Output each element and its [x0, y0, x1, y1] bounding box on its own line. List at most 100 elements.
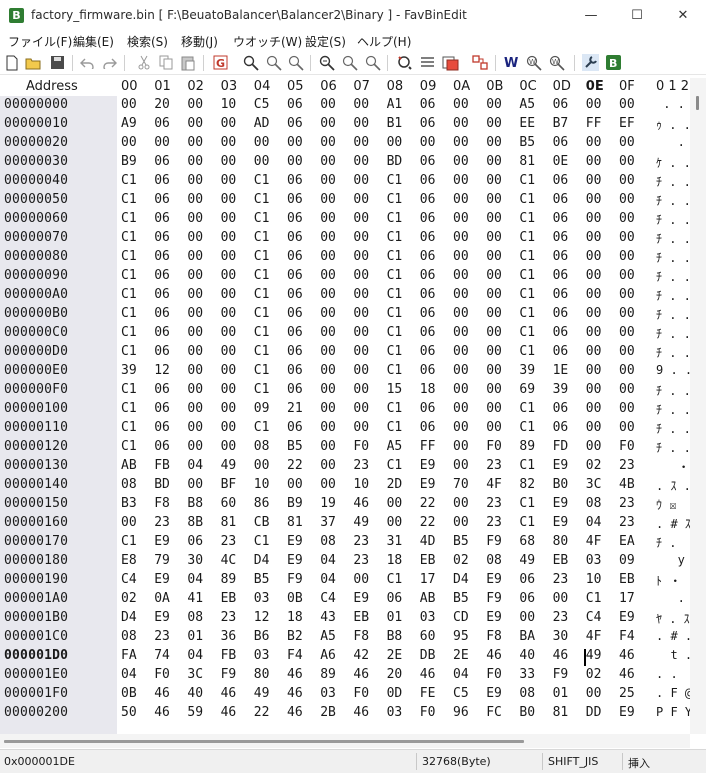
byte-cell[interactable]: C4 — [586, 610, 602, 625]
byte-cell[interactable]: 00 — [486, 97, 502, 112]
row-text[interactable]: t . — [656, 648, 690, 662]
byte-cell[interactable]: 00 — [187, 477, 203, 492]
byte-cell[interactable]: C1 — [519, 287, 535, 302]
byte-cell[interactable]: 3C — [586, 477, 602, 492]
byte-cell[interactable]: 06 — [553, 325, 569, 340]
byte-cell[interactable]: B7 — [553, 116, 569, 131]
byte-cell[interactable]: C1 — [387, 173, 403, 188]
byte-cell[interactable]: 00 — [519, 610, 535, 625]
byte-cell[interactable]: 2B — [320, 705, 336, 720]
redo-icon[interactable] — [101, 54, 118, 71]
row-text[interactable]: ﾁ . — [656, 534, 676, 551]
byte-cell[interactable]: 00 — [320, 97, 336, 112]
byte-cell[interactable]: 00 — [254, 458, 270, 473]
byte-cell[interactable]: E9 — [486, 610, 502, 625]
byte-cell[interactable]: 00 — [320, 154, 336, 169]
byte-cell[interactable]: C1 — [254, 249, 270, 264]
byte-cell[interactable]: C1 — [254, 306, 270, 321]
byte-cell[interactable]: 00 — [586, 173, 602, 188]
byte-cell[interactable]: C1 — [519, 420, 535, 435]
byte-cell[interactable]: 00 — [453, 382, 469, 397]
byte-cell[interactable]: 06 — [553, 287, 569, 302]
byte-cell[interactable]: BF — [221, 477, 237, 492]
byte-cell[interactable]: A1 — [387, 97, 403, 112]
byte-cell[interactable]: 06 — [420, 306, 436, 321]
byte-cell[interactable]: 00 — [121, 135, 137, 150]
byte-cell[interactable]: 46 — [154, 705, 170, 720]
byte-cell[interactable]: 40 — [519, 648, 535, 663]
byte-cell[interactable]: 00 — [353, 135, 369, 150]
byte-cell[interactable]: C1 — [387, 325, 403, 340]
byte-cell[interactable]: 06 — [187, 534, 203, 549]
byte-cell[interactable]: 06 — [553, 420, 569, 435]
byte-cell[interactable]: B6 — [254, 629, 270, 644]
byte-cell[interactable]: 00 — [353, 363, 369, 378]
byte-cell[interactable]: C1 — [519, 230, 535, 245]
byte-cell[interactable]: 06 — [553, 268, 569, 283]
byte-cell[interactable]: 00 — [353, 192, 369, 207]
byte-cell[interactable]: C1 — [254, 382, 270, 397]
byte-cell[interactable]: 0A — [154, 591, 170, 606]
byte-cell[interactable]: 06 — [154, 173, 170, 188]
byte-cell[interactable]: 00 — [486, 268, 502, 283]
byte-cell[interactable]: A9 — [121, 116, 137, 131]
watch-settings-icon[interactable]: W — [549, 54, 566, 71]
byte-cell[interactable]: 42 — [353, 648, 369, 663]
byte-cell[interactable]: 02 — [121, 591, 137, 606]
byte-cell[interactable]: 00 — [187, 344, 203, 359]
byte-cell[interactable]: 23 — [486, 515, 502, 530]
byte-cell[interactable]: 89 — [519, 439, 535, 454]
byte-cell[interactable]: E9 — [287, 534, 303, 549]
byte-cell[interactable]: 06 — [553, 97, 569, 112]
byte-cell[interactable]: 00 — [486, 363, 502, 378]
byte-cell[interactable]: 00 — [221, 325, 237, 340]
byte-cell[interactable]: 00 — [486, 154, 502, 169]
row-text[interactable]: ﾁ . . — [656, 306, 690, 323]
byte-cell[interactable]: FF — [420, 439, 436, 454]
byte-cell[interactable]: 23 — [619, 515, 635, 530]
byte-cell[interactable]: C1 — [387, 344, 403, 359]
byte-cell[interactable]: C1 — [387, 211, 403, 226]
byte-cell[interactable]: 46 — [553, 648, 569, 663]
byte-cell[interactable]: C1 — [121, 439, 137, 454]
row-text[interactable]: ﾁ . . — [656, 173, 690, 190]
byte-cell[interactable]: 00 — [453, 192, 469, 207]
byte-cell[interactable]: 00 — [453, 268, 469, 283]
cut-icon[interactable] — [135, 54, 152, 71]
byte-cell[interactable]: 00 — [187, 230, 203, 245]
byte-cell[interactable]: 00 — [619, 97, 635, 112]
byte-cell[interactable]: 30 — [553, 629, 569, 644]
byte-cell[interactable]: 33 — [519, 667, 535, 682]
hex-view[interactable]: Address 00 01 02 03 04 05 06 07 08 09 0A 0B 0C 0D 0E 0F… — [0, 78, 690, 734]
byte-cell[interactable]: 08 — [121, 477, 137, 492]
byte-cell[interactable]: C1 — [519, 192, 535, 207]
byte-cell[interactable]: B1 — [387, 116, 403, 131]
byte-cell[interactable]: 00 — [486, 382, 502, 397]
byte-cell[interactable]: 06 — [420, 211, 436, 226]
byte-cell[interactable]: 46 — [353, 667, 369, 682]
byte-cell[interactable]: F8 — [154, 496, 170, 511]
byte-cell[interactable]: D4 — [254, 553, 270, 568]
byte-cell[interactable]: AB — [420, 591, 436, 606]
byte-cell[interactable]: 00 — [420, 135, 436, 150]
byte-cell[interactable]: C1 — [254, 363, 270, 378]
row-text[interactable]: ﾁ . . — [656, 230, 690, 247]
byte-cell[interactable]: 00 — [353, 249, 369, 264]
byte-cell[interactable]: 00 — [320, 420, 336, 435]
vertical-scroll-thumb[interactable] — [696, 96, 699, 110]
byte-cell[interactable]: 23 — [553, 572, 569, 587]
byte-cell[interactable]: B0 — [553, 477, 569, 492]
byte-cell[interactable]: B5 — [519, 135, 535, 150]
byte-cell[interactable]: 06 — [553, 401, 569, 416]
byte-cell[interactable]: C1 — [387, 268, 403, 283]
byte-cell[interactable]: C1 — [519, 325, 535, 340]
row-text[interactable]: . # ｽ — [656, 515, 690, 532]
byte-cell[interactable]: FC — [486, 705, 502, 720]
search-prev-icon[interactable] — [287, 54, 304, 71]
byte-cell[interactable]: 06 — [154, 192, 170, 207]
byte-cell[interactable]: 00 — [353, 382, 369, 397]
byte-cell[interactable]: 00 — [320, 211, 336, 226]
byte-cell[interactable]: A5 — [519, 97, 535, 112]
byte-cell[interactable]: 04 — [320, 572, 336, 587]
byte-cell[interactable]: 22 — [420, 496, 436, 511]
